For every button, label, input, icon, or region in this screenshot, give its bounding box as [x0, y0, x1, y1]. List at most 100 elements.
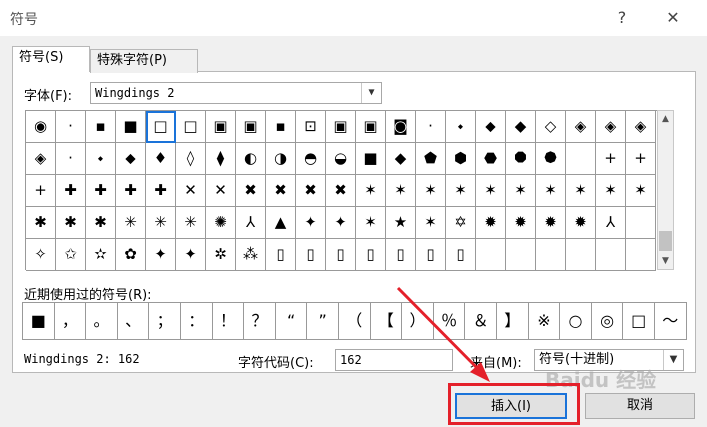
symbol-cell[interactable]: ⧫ [206, 143, 236, 175]
symbol-cell[interactable]: ◓ [296, 143, 326, 175]
symbol-cell[interactable]: ▯ [326, 239, 356, 271]
symbol-cell[interactable]: ⬟ [416, 143, 446, 175]
symbol-cell[interactable]: ▪ [266, 111, 296, 143]
recent-symbol-cell[interactable]: ？ [244, 303, 276, 340]
recent-symbol-cell[interactable]: 。 [86, 303, 118, 340]
symbol-cell[interactable]: · [56, 143, 86, 175]
symbol-cell[interactable]: ✖ [326, 175, 356, 207]
symbol-cell[interactable]: ✱ [26, 207, 56, 239]
symbol-cell[interactable]: ✶ [356, 207, 386, 239]
help-button[interactable]: ? [610, 6, 634, 30]
symbol-cell[interactable] [476, 239, 506, 271]
symbol-cell[interactable]: ▯ [266, 239, 296, 271]
symbol-cell[interactable]: ⬥ [116, 143, 146, 175]
recent-symbol-cell[interactable]: （ [339, 303, 371, 340]
symbol-cell[interactable]: ✦ [296, 207, 326, 239]
symbol-cell[interactable]: ✶ [506, 175, 536, 207]
symbol-cell[interactable]: ✶ [416, 207, 446, 239]
symbol-cell[interactable]: ⯄ [536, 143, 566, 175]
symbol-cell[interactable]: ✖ [236, 175, 266, 207]
recent-symbol-cell[interactable]: ■ [23, 303, 55, 340]
symbol-cell[interactable]: ✶ [536, 175, 566, 207]
symbol-cell[interactable]: ⁂ [236, 239, 266, 271]
symbol-cell[interactable]: ▯ [386, 239, 416, 271]
symbol-cell[interactable]: ◊ [176, 143, 206, 175]
symbol-cell[interactable]: ✹ [476, 207, 506, 239]
symbol-cell[interactable]: ⅄ [236, 207, 266, 239]
symbol-cell[interactable] [626, 207, 656, 239]
symbol-cell[interactable]: + [26, 175, 56, 207]
symbol-cell[interactable]: ⊡ [296, 111, 326, 143]
symbol-cell[interactable]: ✕ [206, 175, 236, 207]
symbol-cell[interactable]: ✱ [56, 207, 86, 239]
symbol-cell[interactable]: ✹ [536, 207, 566, 239]
symbol-cell[interactable]: □ [176, 111, 206, 143]
symbol-cell[interactable]: ⬩ [446, 111, 476, 143]
symbol-cell[interactable]: ✶ [626, 175, 656, 207]
symbol-cell[interactable]: ⬩ [86, 143, 116, 175]
symbol-cell[interactable]: □ [146, 111, 176, 143]
symbol-cell[interactable]: ✶ [416, 175, 446, 207]
symbol-cell[interactable]: ✖ [266, 175, 296, 207]
symbol-cell[interactable] [626, 239, 656, 271]
symbol-cell[interactable]: ◆ [506, 111, 536, 143]
symbol-cell[interactable]: ■ [116, 111, 146, 143]
symbol-grid-scrollbar[interactable]: ▲ ▼ [657, 110, 674, 270]
symbol-cell[interactable]: ✖ [296, 175, 326, 207]
symbol-cell[interactable]: ▪ [86, 111, 116, 143]
symbol-cell[interactable]: ✚ [146, 175, 176, 207]
symbol-cell[interactable]: ✶ [356, 175, 386, 207]
close-button[interactable]: ✕ [661, 6, 685, 30]
recent-symbol-cell[interactable]: 、 [117, 303, 150, 340]
symbol-cell[interactable]: ✡ [446, 207, 476, 239]
symbol-cell[interactable]: ⅄ [596, 207, 626, 239]
symbol-cell[interactable]: ◐ [236, 143, 266, 175]
recent-symbol-cell[interactable]: ※ [528, 303, 561, 340]
scroll-up-arrow-icon[interactable]: ▲ [658, 111, 673, 127]
symbol-cell[interactable]: ✧ [26, 239, 56, 271]
symbol-cell[interactable]: ⬣ [476, 143, 506, 175]
symbol-cell[interactable]: ✲ [206, 239, 236, 271]
recent-symbol-cell[interactable]: □ [623, 303, 655, 340]
symbol-cell[interactable]: ⬥ [476, 111, 506, 143]
symbol-cell[interactable]: ★ [386, 207, 416, 239]
font-select[interactable]: Wingdings 2 ▼ [90, 82, 382, 104]
symbol-cell[interactable]: ▣ [236, 111, 266, 143]
recent-symbol-cell[interactable]: ； [149, 303, 181, 340]
symbol-cell[interactable]: ✿ [116, 239, 146, 271]
symbol-cell[interactable]: ✹ [506, 207, 536, 239]
chevron-down-icon[interactable]: ▼ [663, 350, 683, 370]
symbol-cell[interactable]: ⬢ [446, 143, 476, 175]
recent-symbol-cell[interactable]: 】 [497, 303, 529, 340]
symbol-cell[interactable]: ✶ [446, 175, 476, 207]
symbol-cell[interactable]: + [596, 143, 626, 175]
symbol-cell[interactable]: ✹ [566, 207, 596, 239]
symbol-cell[interactable]: ◑ [266, 143, 296, 175]
symbol-cell[interactable]: ✚ [86, 175, 116, 207]
char-code-input[interactable]: 162 [335, 349, 453, 371]
symbol-cell[interactable]: ◆ [386, 143, 416, 175]
symbol-cell[interactable]: ◈ [26, 143, 56, 175]
symbol-cell[interactable]: ✳ [116, 207, 146, 239]
symbol-cell[interactable] [536, 239, 566, 271]
symbol-cell[interactable]: ♦ [146, 143, 176, 175]
symbol-cell[interactable]: ✶ [476, 175, 506, 207]
recent-symbol-cell[interactable]: 【 [370, 303, 403, 340]
symbol-cell[interactable]: · [56, 111, 86, 143]
symbol-cell[interactable]: ▲ [266, 207, 296, 239]
symbol-cell[interactable]: ◙ [386, 111, 416, 143]
recent-symbol-cell[interactable]: “ [275, 303, 308, 340]
symbol-cell[interactable] [566, 239, 596, 271]
symbol-cell[interactable]: ◈ [626, 111, 656, 143]
cancel-button[interactable]: 取消 [585, 393, 695, 419]
symbol-cell[interactable]: ✶ [566, 175, 596, 207]
symbol-cell[interactable]: ▯ [296, 239, 326, 271]
recent-symbol-cell[interactable]: ～ [655, 303, 687, 340]
symbol-cell[interactable]: ✱ [86, 207, 116, 239]
recent-symbol-cell[interactable]: ！ [212, 303, 245, 340]
symbol-cell[interactable] [566, 143, 596, 175]
symbol-cell[interactable]: ✚ [116, 175, 146, 207]
symbol-cell[interactable]: ▯ [446, 239, 476, 271]
recent-symbol-cell[interactable]: ” [307, 303, 339, 340]
symbol-cell[interactable]: ▣ [326, 111, 356, 143]
